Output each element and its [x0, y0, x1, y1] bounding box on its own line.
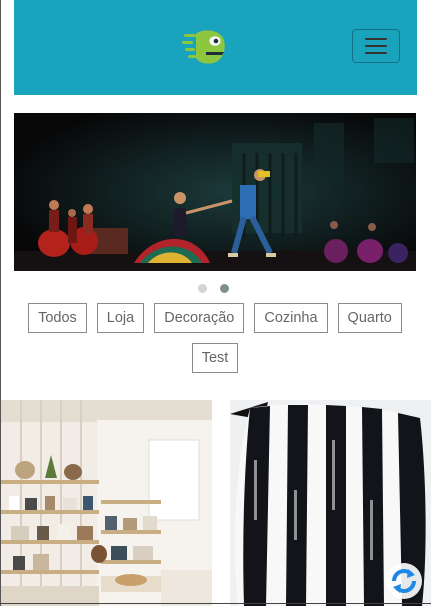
carousel-dot-1[interactable] [198, 284, 207, 293]
hero-carousel[interactable] [14, 113, 416, 271]
filter-decoracao-button[interactable]: Decoração [154, 303, 245, 333]
hamburger-menu-icon [365, 45, 387, 47]
carousel-dot-2[interactable] [220, 284, 229, 293]
filter-loja-button[interactable]: Loja [96, 303, 145, 333]
carousel-indicators [198, 284, 229, 294]
bottom-border [0, 603, 431, 604]
refresh-button[interactable] [386, 563, 422, 599]
filter-cozinha-button[interactable]: Cozinha [254, 303, 328, 333]
hamburger-menu-icon [365, 52, 387, 54]
category-filters: Todos Loja Decoração Cozinha Quarto Test [14, 303, 416, 373]
menu-toggle-button[interactable] [352, 29, 400, 63]
filter-test-button[interactable]: Test [191, 343, 239, 373]
product-card-shop[interactable] [1, 400, 212, 606]
shop-interior-image [1, 400, 212, 606]
filter-quarto-button[interactable]: Quarto [337, 303, 402, 333]
dance-performance-image [14, 113, 416, 271]
brand-logo-icon[interactable] [182, 28, 228, 66]
refresh-icon [392, 569, 416, 593]
filter-todos-button[interactable]: Todos [28, 303, 87, 333]
hamburger-menu-icon [365, 38, 387, 40]
navbar [14, 0, 417, 95]
